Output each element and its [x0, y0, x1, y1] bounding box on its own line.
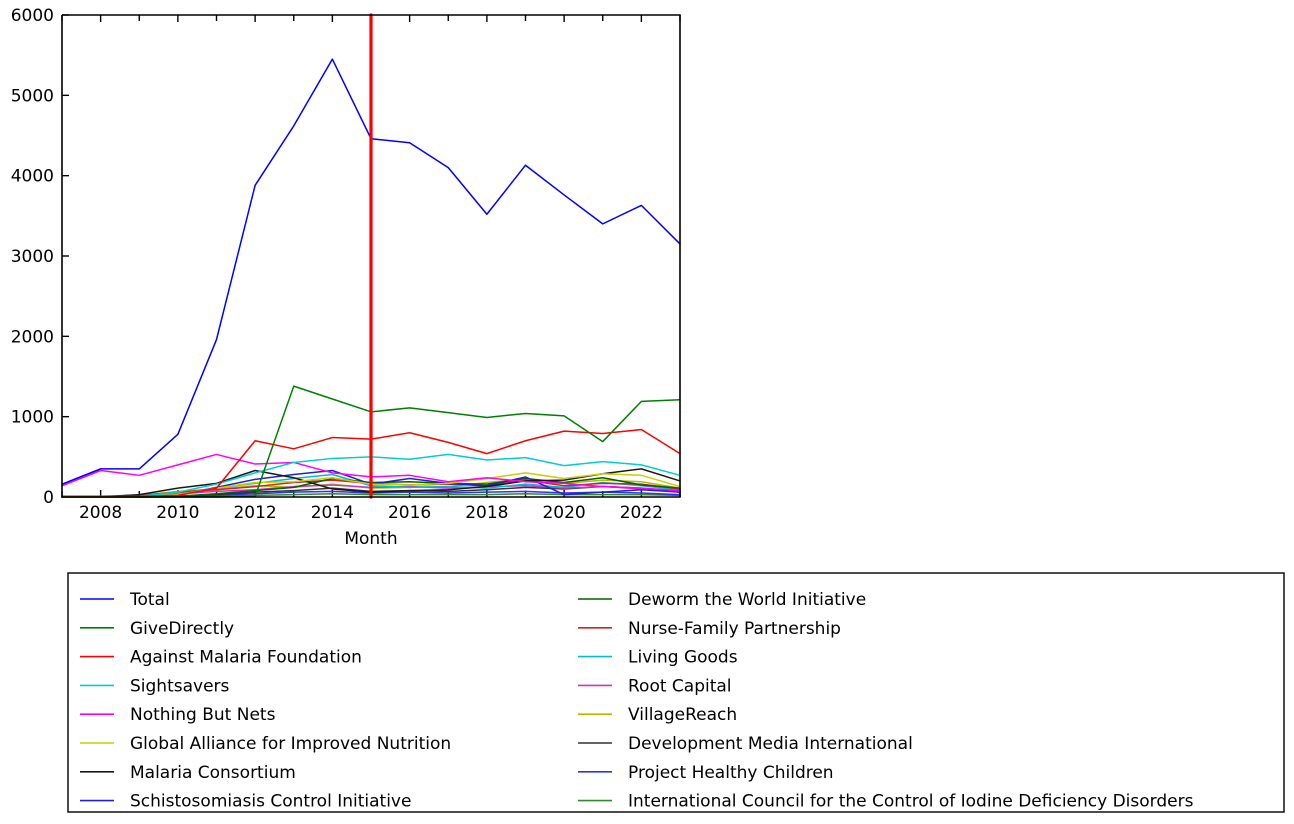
x-axis-title: Month [344, 529, 397, 549]
legend-label-nothing-but-nets: Nothing But Nets [130, 705, 276, 725]
legend-item-schistosomiasis-control-initiative[interactable]: Schistosomiasis Control Initiative [80, 792, 411, 812]
y-tick-label-0: 0 [43, 488, 54, 508]
legend-label-sightsavers: Sightsavers [130, 676, 230, 696]
x-tick-label-5: 2018 [465, 503, 508, 523]
line-chart-figure: 0 1000 2000 3000 4000 5000 6000 2008 2010 2012 201… [0, 0, 1294, 824]
x-tick-label-7: 2022 [620, 503, 663, 523]
x-tick-label-0: 2008 [79, 503, 122, 523]
x-tick-label-2: 2012 [233, 503, 276, 523]
legend-label-project-healthy-children: Project Healthy Children [628, 763, 834, 783]
y-tick-label-3: 3000 [11, 247, 54, 267]
legend-label-villagereach: VillageReach [628, 705, 737, 725]
legend-label-deworm-the-world-initiative: Deworm the World Initiative [628, 590, 866, 610]
legend-item-development-media-international[interactable]: Development Media International [578, 734, 913, 754]
legend-label-nurse-family-partnership: Nurse-Family Partnership [628, 619, 841, 639]
y-tick-label-6: 6000 [11, 6, 54, 26]
legend-label-development-media-international: Development Media International [628, 734, 913, 754]
legend-label-malaria-consortium: Malaria Consortium [130, 763, 296, 783]
legend-label-global-alliance-for-improved-nutrition: Global Alliance for Improved Nutrition [130, 734, 451, 754]
x-tick-label-1: 2010 [156, 503, 199, 523]
legend-label-international-council-for-the-control-of-iodine-deficiency-disorders: International Council for the Control of… [628, 792, 1194, 812]
legend-label-total: Total [129, 590, 170, 610]
chart-legend: Total GiveDirectly Against Malaria Foundat… [67, 572, 1285, 813]
x-tick-label-3: 2014 [311, 503, 354, 523]
legend-label-schistosomiasis-control-initiative: Schistosomiasis Control Initiative [130, 792, 411, 812]
y-tick-label-5: 5000 [11, 86, 54, 106]
legend-item-international-council-for-the-control-of-iodine-deficiency-disorders[interactable]: International Council for the Control of… [578, 792, 1194, 812]
legend-label-givedirectly: GiveDirectly [130, 619, 234, 639]
y-tick-label-1: 1000 [11, 408, 54, 428]
legend-label-living-goods: Living Goods [628, 648, 738, 668]
y-tick-label-4: 4000 [11, 167, 54, 187]
y-tick-label-2: 2000 [11, 327, 54, 347]
x-tick-label-4: 2016 [388, 503, 431, 523]
x-tick-label-6: 2020 [542, 503, 585, 523]
legend-label-against-malaria-foundation: Against Malaria Foundation [130, 648, 362, 668]
legend-item-global-alliance-for-improved-nutrition[interactable]: Global Alliance for Improved Nutrition [80, 734, 451, 754]
legend-label-root-capital: Root Capital [628, 676, 732, 696]
